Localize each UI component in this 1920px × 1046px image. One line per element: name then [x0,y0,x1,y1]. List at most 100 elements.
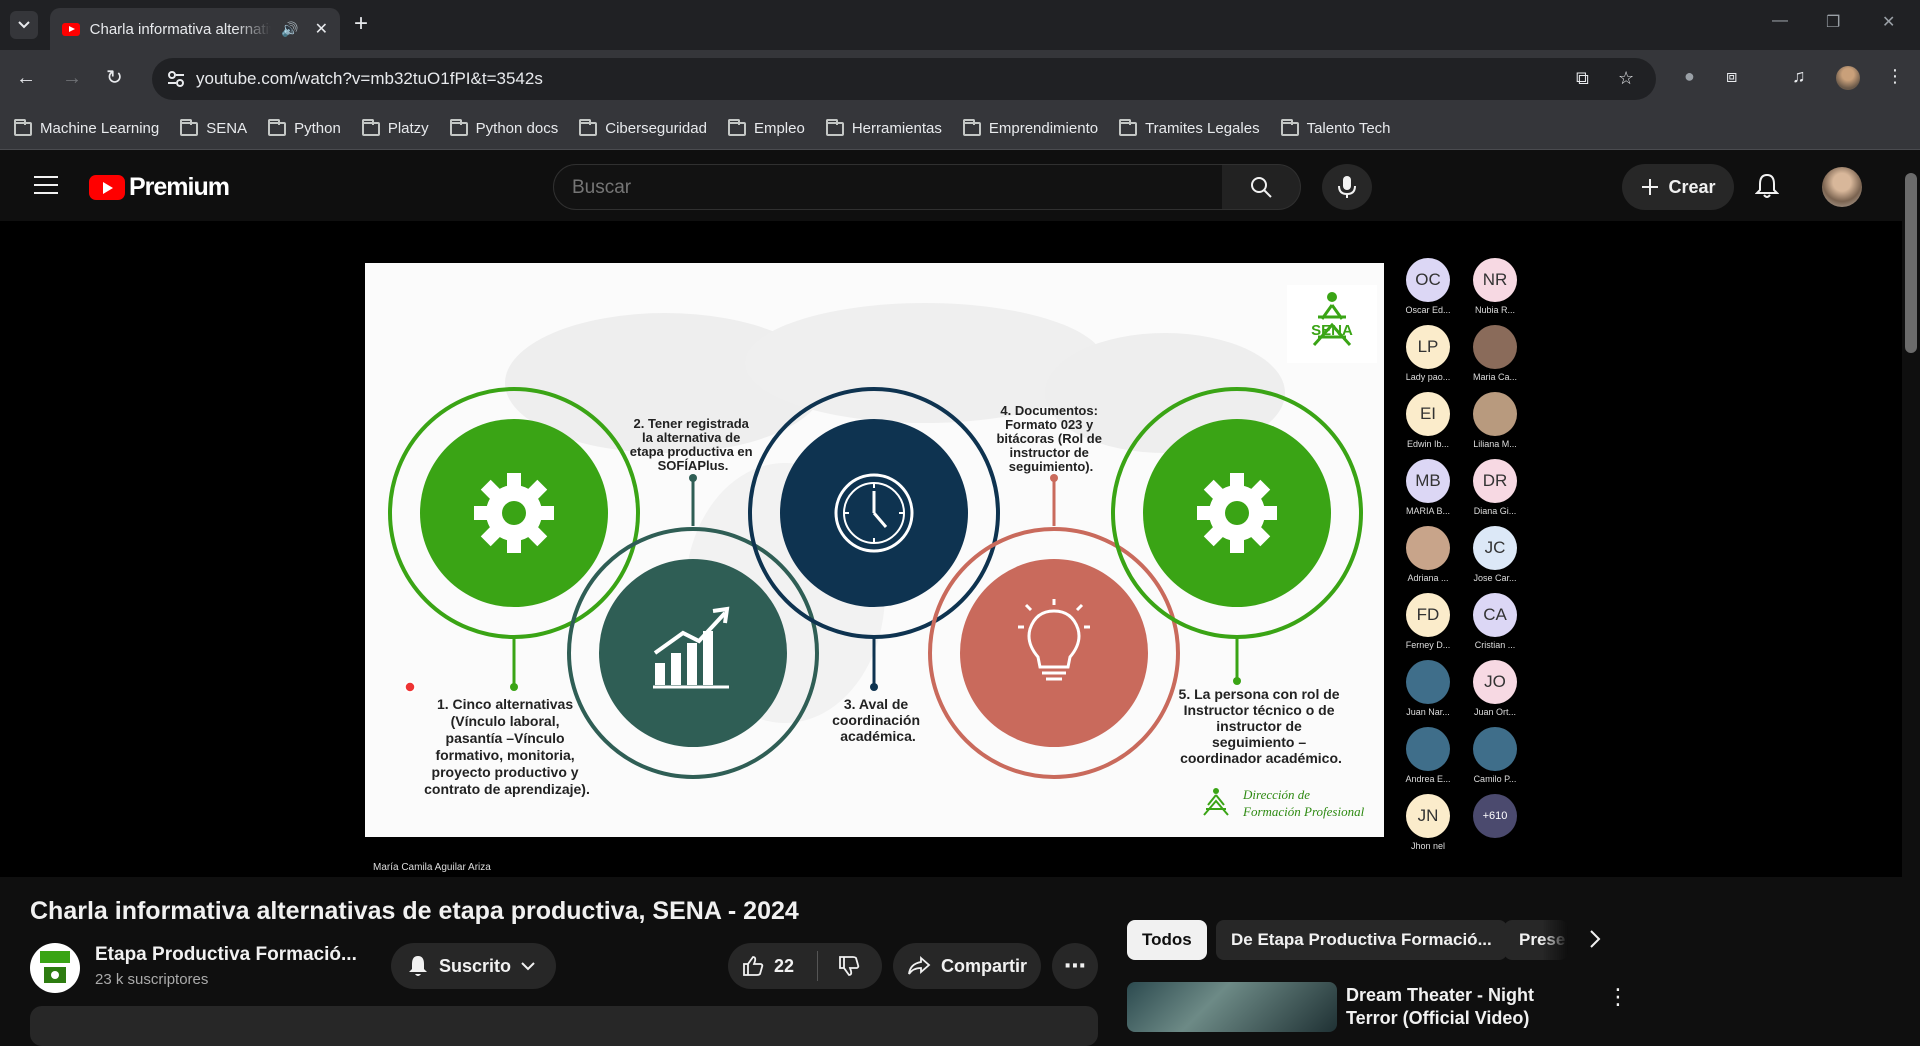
tab-search-button[interactable] [10,11,38,39]
restore-icon[interactable]: ❐ [1826,12,1840,32]
bookmark-label: Machine Learning [40,120,160,137]
bookmark-talento-tech[interactable]: Talento Tech [1280,118,1391,137]
participant-tile[interactable]: MB MARIA B... [1393,459,1463,516]
subscribed-button[interactable]: Suscrito [391,943,556,989]
recommendation-thumbnail[interactable] [1127,982,1337,1032]
bookmark-herramientas[interactable]: Herramientas [825,118,942,137]
channel-name[interactable]: Etapa Productiva Formació... [95,944,357,966]
participant-tile[interactable]: +610 [1460,794,1530,841]
youtube-header: Premium Crear [0,151,1902,221]
sena-footer-logo [1203,788,1229,816]
item5-text: 5. La persona con rol de Instructor técn… [1179,686,1344,766]
recommendation-title[interactable]: Dream Theater - Night Terror (Official V… [1346,984,1586,1030]
address-bar[interactable]: youtube.com/watch?v=mb32tuO1fPI&t=3542s … [152,58,1656,100]
participant-avatar [1406,727,1450,771]
install-app-icon[interactable]: ⧉ [1576,68,1589,89]
participant-name: Diana Gi... [1473,506,1517,516]
search-input[interactable] [572,177,1172,199]
bookmark-label: Tramites Legales [1145,120,1260,137]
bookmark-emprendimiento[interactable]: Emprendimiento [962,118,1098,137]
bookmark-star-icon[interactable]: ☆ [1618,68,1634,89]
bookmark-python-docs[interactable]: Python docs [449,118,559,137]
thumbs-up-icon [743,956,764,976]
browser-tab-active[interactable]: Charla informativa alternativas de etapa… [50,8,340,50]
participant-tile[interactable]: CA Cristian ... [1460,593,1530,650]
participant-tile[interactable]: LP Lady pao... [1393,325,1463,382]
notifications-bell-icon[interactable] [1755,173,1779,199]
participant-avatar: FD [1406,593,1450,637]
user-avatar[interactable] [1822,167,1862,207]
site-settings-icon[interactable] [166,69,186,89]
description-box[interactable] [30,1006,1098,1046]
close-window-icon[interactable]: ✕ [1882,12,1895,32]
folder-icon [268,118,287,136]
chip-prese[interactable]: Prese [1504,920,1568,960]
participant-name: MARIA B... [1405,506,1450,516]
extension-icon[interactable]: ● [1684,66,1695,87]
extensions-puzzle-icon[interactable]: ⧈ [1726,66,1737,87]
participant-tile[interactable]: Liliana M... [1460,392,1530,449]
participant-name: Jose Car... [1473,573,1517,583]
bookmark-ciberseguridad[interactable]: Ciberseguridad [579,118,707,137]
share-button[interactable]: Compartir [893,943,1041,989]
minimize-icon[interactable]: — [1772,12,1788,30]
search-button[interactable] [1222,164,1301,210]
plus-icon [1642,179,1659,195]
participant-tile[interactable]: NR Nubia R... [1460,258,1530,315]
folder-icon [14,118,32,136]
participant-tile[interactable]: Andrea E... [1393,727,1463,784]
create-button[interactable]: Crear [1622,164,1734,210]
speaker-icon[interactable]: 🔊 [281,21,298,38]
participant-tile[interactable]: JN Jhon nel [1393,794,1463,851]
participant-name: Jhon nel [1410,841,1446,851]
participant-tile[interactable]: JC Jose Car... [1460,526,1530,583]
back-arrow-icon[interactable]: ← [16,66,36,90]
chips-next-button[interactable] [1588,928,1602,955]
item4-text: 4. Documentos: Formato 023 y bitácoras (… [996,403,1105,474]
forward-arrow-icon[interactable]: → [62,66,82,90]
participant-tile[interactable]: Maria Ca... [1460,325,1530,382]
participant-tile[interactable]: Camilo P... [1460,727,1530,784]
new-tab-button[interactable]: + [354,12,368,36]
youtube-logo[interactable]: Premium [89,173,230,202]
logo-text: Premium [129,173,230,201]
participant-tile[interactable]: FD Ferney D... [1393,593,1463,650]
participant-tile[interactable]: JO Juan Ort... [1460,660,1530,717]
bookmark-label: Python docs [475,120,559,137]
scrollbar-thumb[interactable] [1905,173,1917,353]
participant-name: Oscar Ed... [1405,305,1451,315]
participant-tile[interactable]: Juan Nar... [1393,660,1463,717]
participant-tile[interactable]: OC Oscar Ed... [1393,258,1463,315]
bookmark-empleo[interactable]: Empleo [727,118,805,137]
like-button[interactable]: 22 [728,951,818,981]
participant-tile[interactable]: DR Diana Gi... [1460,459,1530,516]
voice-search-button[interactable] [1322,164,1372,210]
participant-tile[interactable]: EI Edwin Ib... [1393,392,1463,449]
gear-icon [1197,473,1277,553]
bookmark-machine-learning[interactable]: Machine Learning [14,118,160,137]
recommendation-more-icon[interactable]: ⋮ [1607,984,1629,1010]
folder-icon [449,118,468,136]
channel-avatar[interactable] [30,943,80,993]
media-controls-icon[interactable]: ♫ [1792,66,1806,87]
reload-icon[interactable]: ↻ [106,66,123,90]
subscribed-label: Suscrito [439,955,512,976]
page-scrollbar[interactable] [1902,151,1920,1020]
bookmark-label: Talento Tech [1306,120,1391,137]
more-menu-icon[interactable]: ⋮ [1886,66,1904,87]
participant-avatar: +610 [1473,794,1517,838]
dislike-button[interactable] [818,955,880,977]
bookmark-platzy[interactable]: Platzy [361,118,429,137]
browser-profile-avatar[interactable] [1836,66,1860,90]
participant-tile[interactable]: Adriana ... [1393,526,1463,583]
bookmark-sena[interactable]: SENA [180,118,247,137]
presenter-name: María Camila Aguilar Ariza [373,862,491,873]
chip-todos[interactable]: Todos [1127,920,1207,960]
more-actions-button[interactable]: ⋯ [1052,943,1098,989]
item2-text: 2. Tener registrada la alternativa de et… [630,416,756,473]
bookmark-python[interactable]: Python [268,118,341,137]
close-tab-icon[interactable]: ✕ [315,19,328,39]
bookmark-tramites-legales[interactable]: Tramites Legales [1119,118,1260,137]
chip-channel[interactable]: De Etapa Productiva Formació... [1216,920,1507,960]
menu-icon[interactable] [34,176,58,194]
